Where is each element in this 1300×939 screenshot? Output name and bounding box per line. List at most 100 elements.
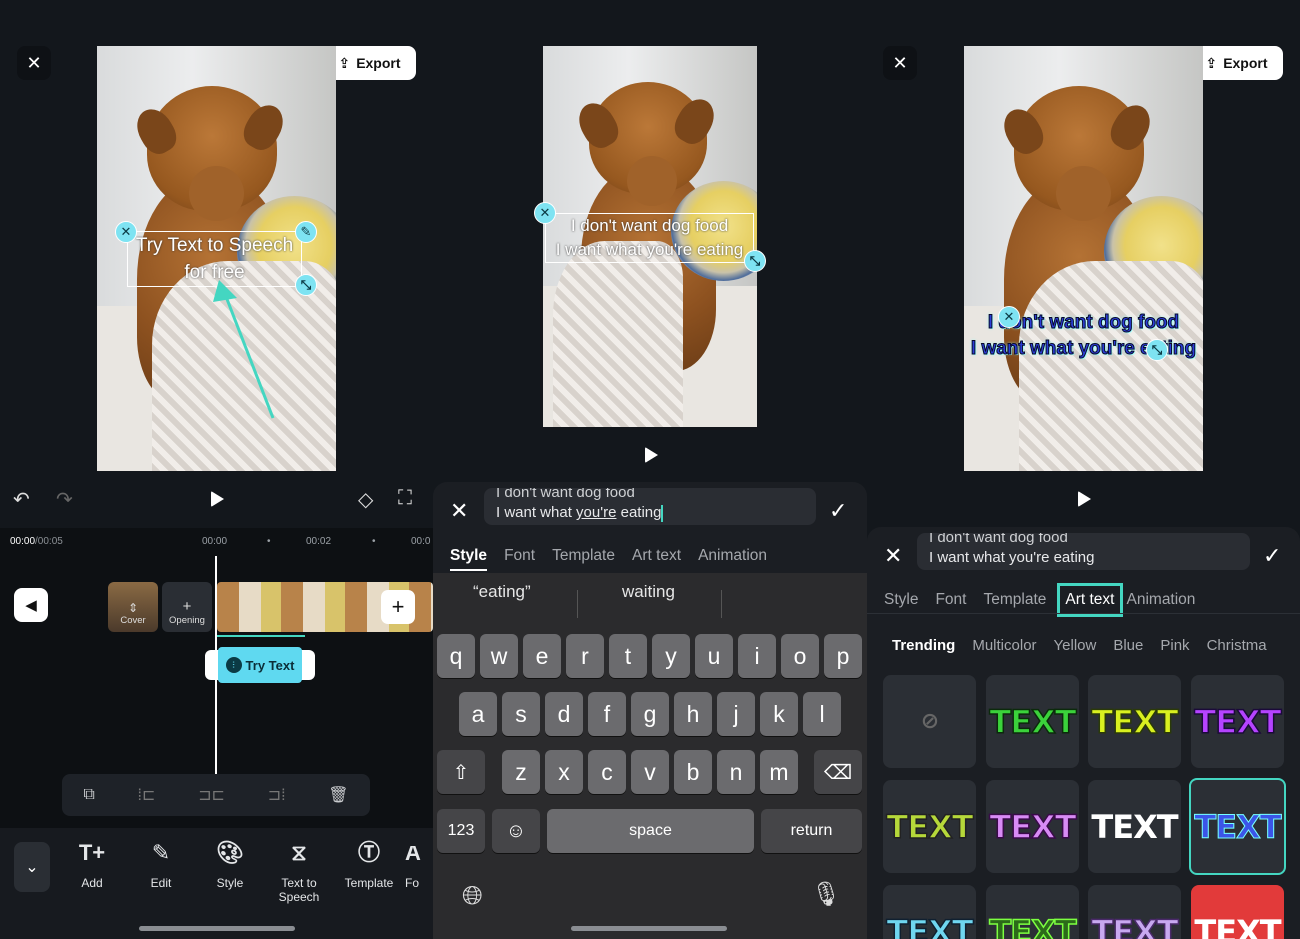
numbers-key[interactable]: 123 xyxy=(437,809,485,853)
delete-text-handle[interactable]: ✕ xyxy=(998,306,1020,328)
duplicate-icon[interactable]: ⧉ xyxy=(83,786,94,804)
resize-text-handle[interactable]: ⤡ xyxy=(1146,339,1168,361)
tool-template[interactable]: Ⓣ Template xyxy=(336,842,402,891)
key-r[interactable]: r xyxy=(566,634,604,678)
video-preview[interactable]: I don't want dog food I want what you're… xyxy=(964,46,1203,471)
mute-button[interactable]: ◀︎ xyxy=(14,588,48,622)
play-icon[interactable] xyxy=(211,491,224,507)
suggestion[interactable]: waiting xyxy=(622,582,675,602)
fullscreen-icon[interactable]: ⛶ xyxy=(398,487,412,510)
canvas-text-box[interactable]: I don't want dog food I want what you're… xyxy=(545,213,754,263)
key-m[interactable]: m xyxy=(760,750,798,794)
key-e[interactable]: e xyxy=(523,634,561,678)
split-left-icon[interactable]: ⁞⊏ xyxy=(138,785,156,805)
key-v[interactable]: v xyxy=(631,750,669,794)
category-yellow[interactable]: Yellow xyxy=(1054,637,1097,654)
key-o[interactable]: o xyxy=(781,634,819,678)
video-preview[interactable]: Try Text to Speech for free ✕ ✎ ⤡ xyxy=(97,46,336,471)
return-key[interactable]: return xyxy=(761,809,862,853)
key-d[interactable]: d xyxy=(545,692,583,736)
playhead[interactable] xyxy=(215,556,217,774)
emoji-key[interactable]: ☺ xyxy=(492,809,540,853)
key-c[interactable]: c xyxy=(588,750,626,794)
key-n[interactable]: n xyxy=(717,750,755,794)
art-preset[interactable]: TEXT xyxy=(883,780,976,873)
key-w[interactable]: w xyxy=(480,634,518,678)
tab-art-text[interactable]: Art text xyxy=(1057,583,1123,617)
art-preset[interactable]: TEXT xyxy=(1191,675,1284,768)
tool-font[interactable]: A Fo xyxy=(405,846,433,890)
key-z[interactable]: z xyxy=(502,750,540,794)
add-clip-button[interactable]: + xyxy=(381,590,415,624)
split-icon[interactable]: ⊐⊏ xyxy=(198,785,225,805)
play-icon[interactable] xyxy=(645,447,658,463)
key-b[interactable]: b xyxy=(674,750,712,794)
video-preview[interactable]: I don't want dog food I want what you're… xyxy=(543,46,757,427)
tool-add[interactable]: T+ Add xyxy=(59,842,125,891)
split-right-icon[interactable]: ⊐⁞ xyxy=(268,785,286,805)
art-preset[interactable]: TEXT xyxy=(1191,885,1284,939)
text-input[interactable]: I don't want dog food I want what you're… xyxy=(917,533,1250,570)
globe-icon[interactable]: 🌐︎ xyxy=(462,880,483,912)
category-christmas[interactable]: Christma xyxy=(1207,637,1267,654)
tab-template[interactable]: Template xyxy=(983,591,1046,609)
art-preset[interactable]: TEXT xyxy=(1088,675,1181,768)
category-trending[interactable]: Trending xyxy=(892,637,955,654)
key-a[interactable]: a xyxy=(459,692,497,736)
category-blue[interactable]: Blue xyxy=(1113,637,1143,654)
redo-icon[interactable]: ↷ xyxy=(56,487,73,512)
tool-edit[interactable]: ✎ Edit xyxy=(128,842,194,891)
confirm-check-icon[interactable]: ✓ xyxy=(1263,543,1281,569)
close-icon[interactable]: ✕ xyxy=(884,543,902,569)
suggestion[interactable]: “eating” xyxy=(473,582,531,602)
resize-text-handle[interactable]: ⤡ xyxy=(295,274,317,296)
key-x[interactable]: x xyxy=(545,750,583,794)
tool-text-to-speech[interactable]: ⧖ Text to Speech xyxy=(266,842,332,905)
export-button[interactable]: ⇪ Export xyxy=(323,46,416,80)
keyframe-icon[interactable]: ◇ xyxy=(358,487,373,512)
key-p[interactable]: p xyxy=(824,634,862,678)
key-y[interactable]: y xyxy=(652,634,690,678)
art-preset[interactable]: TEXT xyxy=(883,885,976,939)
tab-style[interactable]: Style xyxy=(450,547,488,571)
export-button[interactable]: ⇪ Export xyxy=(1190,46,1283,80)
category-multicolor[interactable]: Multicolor xyxy=(972,637,1036,654)
resize-text-handle[interactable]: ⤡ xyxy=(744,250,766,272)
backspace-key[interactable]: ⌫ xyxy=(814,750,862,794)
tab-animation[interactable]: Animation xyxy=(1127,591,1196,609)
text-input[interactable]: I don't want dog food I want what you're… xyxy=(484,488,816,525)
tab-template[interactable]: Template xyxy=(552,547,615,571)
collapse-button[interactable]: ⌄ xyxy=(14,842,50,892)
shift-key[interactable]: ⇧ xyxy=(437,750,485,794)
tab-style[interactable]: Style xyxy=(884,591,918,609)
key-j[interactable]: j xyxy=(717,692,755,736)
delete-text-handle[interactable]: ✕ xyxy=(534,202,556,224)
art-preset-selected[interactable]: TEXT xyxy=(1189,778,1286,875)
close-button[interactable]: ✕ xyxy=(883,46,917,80)
key-l[interactable]: l xyxy=(803,692,841,736)
category-pink[interactable]: Pink xyxy=(1160,637,1189,654)
space-key[interactable]: space xyxy=(547,809,754,853)
cover-button[interactable]: ⇕ Cover xyxy=(108,582,158,632)
close-icon[interactable]: ✕ xyxy=(450,498,468,524)
close-button[interactable]: ✕ xyxy=(17,46,51,80)
art-preset[interactable]: TEXT xyxy=(986,780,1079,873)
text-clip[interactable]: ⫶ Try Text xyxy=(218,647,302,683)
key-s[interactable]: s xyxy=(502,692,540,736)
art-preset[interactable]: TEXT xyxy=(986,675,1079,768)
tab-animation[interactable]: Animation xyxy=(698,547,767,571)
opening-button[interactable]: + Opening xyxy=(162,582,212,632)
tool-style[interactable]: 🎨︎ Style xyxy=(197,842,263,891)
tab-font[interactable]: Font xyxy=(935,591,966,609)
key-u[interactable]: u xyxy=(695,634,733,678)
key-i[interactable]: i xyxy=(738,634,776,678)
art-preset[interactable]: TEXT xyxy=(1088,885,1181,939)
key-k[interactable]: k xyxy=(760,692,798,736)
tab-font[interactable]: Font xyxy=(504,547,535,571)
confirm-check-icon[interactable]: ✓ xyxy=(829,498,847,524)
microphone-icon[interactable]: 🎙︎ xyxy=(811,880,841,909)
key-g[interactable]: g xyxy=(631,692,669,736)
key-f[interactable]: f xyxy=(588,692,626,736)
undo-icon[interactable]: ↶ xyxy=(13,487,30,512)
trash-icon[interactable]: 🗑︎ xyxy=(328,785,348,805)
